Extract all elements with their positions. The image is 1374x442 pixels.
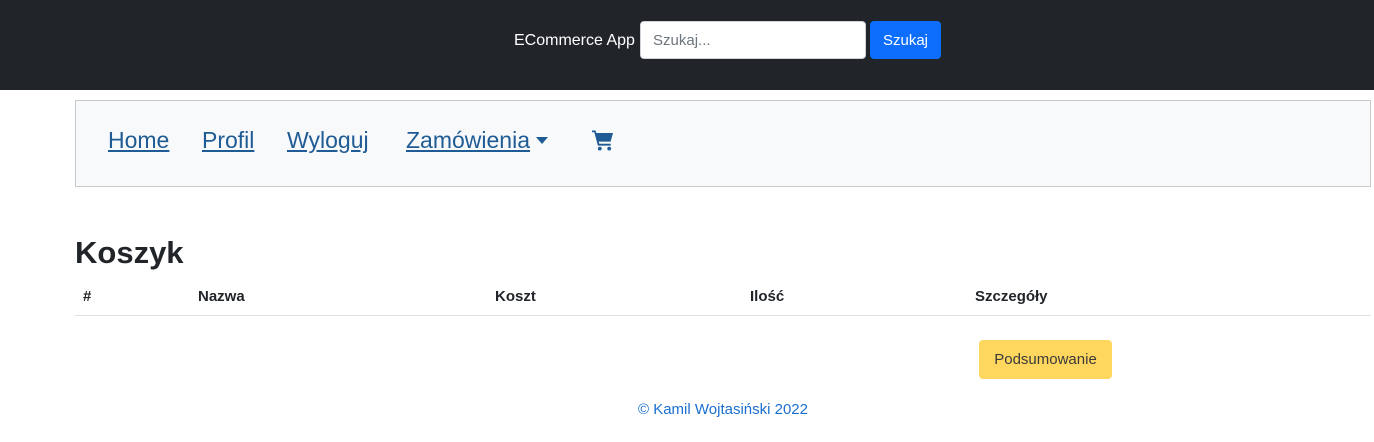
top-header: ECommerce App Szukaj [0,0,1374,90]
nav-orders-dropdown[interactable]: Zamówienia [406,125,548,155]
shopping-cart-icon-graphic [592,130,613,151]
shopping-cart-icon[interactable] [591,128,615,152]
search-button[interactable]: Szukaj [870,21,941,59]
column-header-quantity: Ilość [750,288,785,305]
column-header-name: Nazwa [198,288,245,305]
column-header-number: # [83,288,92,305]
summary-button[interactable]: Podsumowanie [979,340,1112,379]
nav-home-link[interactable]: Home [108,125,169,155]
main-navbar: Home Profil Wyloguj Zamówienia [75,100,1371,187]
cart-table-header: # Nazwa Koszt Ilość Szczegóły [75,281,1371,316]
column-header-details: Szczegóły [975,288,1048,305]
search-input[interactable] [640,21,866,59]
page-title: Koszyk [75,235,184,270]
nav-logout-link[interactable]: Wyloguj [287,125,369,155]
caret-down-icon [536,137,548,144]
nav-orders-label: Zamówienia [406,127,530,153]
footer-copyright[interactable]: © Kamil Wojtasiński 2022 [0,400,1374,420]
brand-title[interactable]: ECommerce App [514,31,635,51]
nav-profil-link[interactable]: Profil [202,125,254,155]
column-header-cost: Koszt [495,288,536,305]
